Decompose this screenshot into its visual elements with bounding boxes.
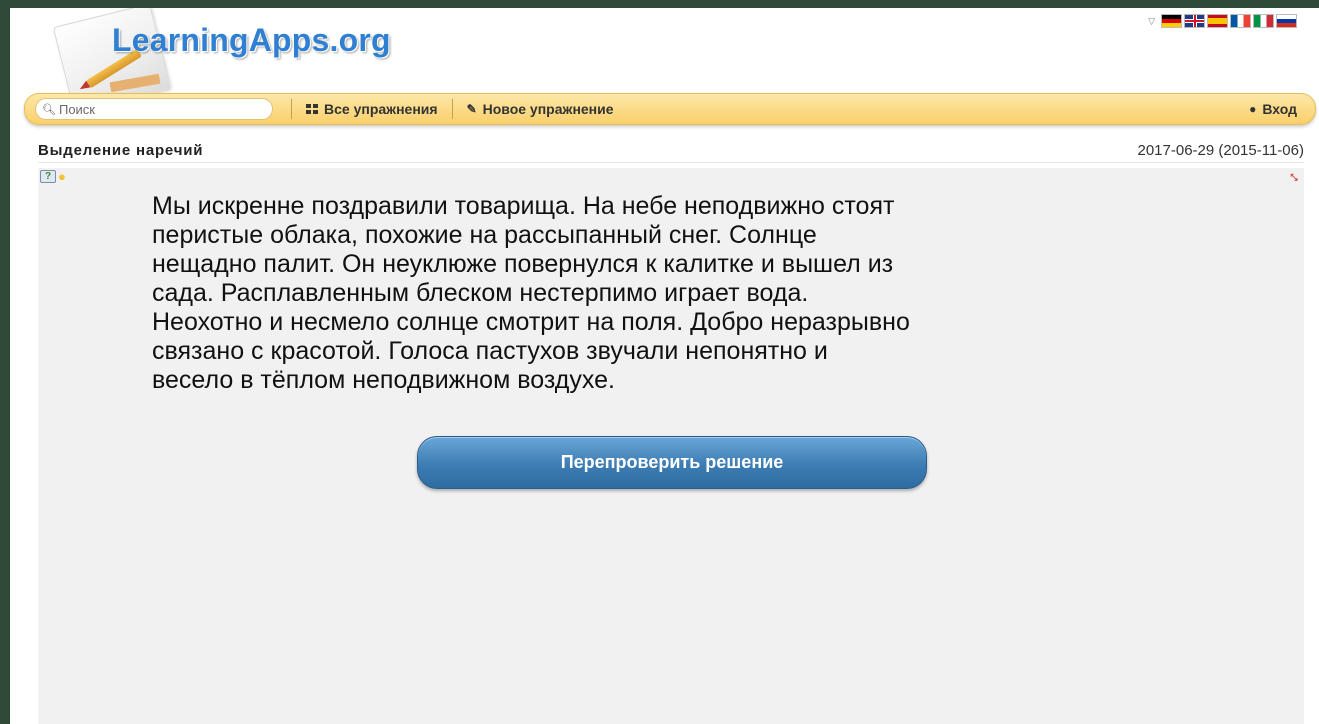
search-input[interactable] <box>58 101 259 117</box>
exercise-text[interactable]: Мы искренне поздравили товарища. На небе… <box>152 192 1192 395</box>
new-exercise-link[interactable]: ✎ Новое упражнение <box>467 101 614 117</box>
grid-icon <box>306 104 318 114</box>
exercise-area: ? ● ⤡ Мы искренне поздравили товарища. Н… <box>38 168 1304 724</box>
recheck-solution-button[interactable]: Перепроверить решение <box>417 436 927 489</box>
flag-fr-icon[interactable] <box>1230 14 1251 28</box>
logo-text[interactable]: LearningApps.org <box>112 22 391 59</box>
flag-es-icon[interactable] <box>1207 14 1228 28</box>
toolbar-divider <box>451 99 453 119</box>
search-icon: 🔍︎ <box>42 103 56 116</box>
login-label: Вход <box>1262 101 1297 117</box>
dropdown-arrow-icon[interactable]: ▽ <box>1148 16 1155 27</box>
logo[interactable]: LearningApps.org <box>50 8 510 113</box>
search-box[interactable]: 🔍︎ <box>35 98 273 120</box>
new-exercise-label: Новое упражнение <box>482 101 614 117</box>
language-selector[interactable]: ▽ <box>1148 14 1297 28</box>
page-date: 2017-06-29 (2015-11-06) <box>1137 141 1304 159</box>
lightbulb-icon[interactable]: ● <box>58 170 66 183</box>
toolbar-divider <box>291 99 292 119</box>
help-icon[interactable]: ? <box>40 170 56 183</box>
exercise-line[interactable]: сада. Расплавленным блеском нестерпимо и… <box>152 279 1192 308</box>
all-exercises-link[interactable]: Все упражнения <box>306 101 438 117</box>
exercise-line[interactable]: перистые облака, похожие на рассыпанный … <box>152 221 1192 250</box>
login-link[interactable]: ● Вход <box>1249 101 1297 117</box>
exercise-line[interactable]: весело в тёплом неподвижном воздухе. <box>152 366 1192 395</box>
exercise-line[interactable]: связано с красотой. Голоса пастухов звуч… <box>152 337 1192 366</box>
pencil-icon: ✎ <box>466 102 477 116</box>
exercise-line[interactable]: Неохотно и несмело солнце смотрит на пол… <box>152 308 1192 337</box>
help-icons: ? ● <box>40 170 66 183</box>
page: LearningApps.org ▽ 🔍︎ Все упражнения ✎ Н… <box>10 8 1319 724</box>
user-icon: ● <box>1249 102 1257 116</box>
flag-ru-icon[interactable] <box>1276 14 1297 28</box>
flag-it-icon[interactable] <box>1253 14 1274 28</box>
exercise-line[interactable]: Мы искренне поздравили товарища. На небе… <box>152 192 1192 221</box>
flag-de-icon[interactable] <box>1161 14 1182 28</box>
fullscreen-icon[interactable]: ⤡ <box>1288 172 1300 182</box>
all-exercises-label: Все упражнения <box>324 101 438 117</box>
page-title: Выделение наречий <box>38 141 204 159</box>
flag-gb-icon[interactable] <box>1184 14 1205 28</box>
title-row: Выделение наречий 2017-06-29 (2015-11-06… <box>38 138 1304 163</box>
main-toolbar: 🔍︎ Все упражнения ✎ Новое упражнение ● В… <box>24 93 1316 125</box>
exercise-line[interactable]: нещадно палит. Он неуклюже повернулся к … <box>152 250 1192 279</box>
